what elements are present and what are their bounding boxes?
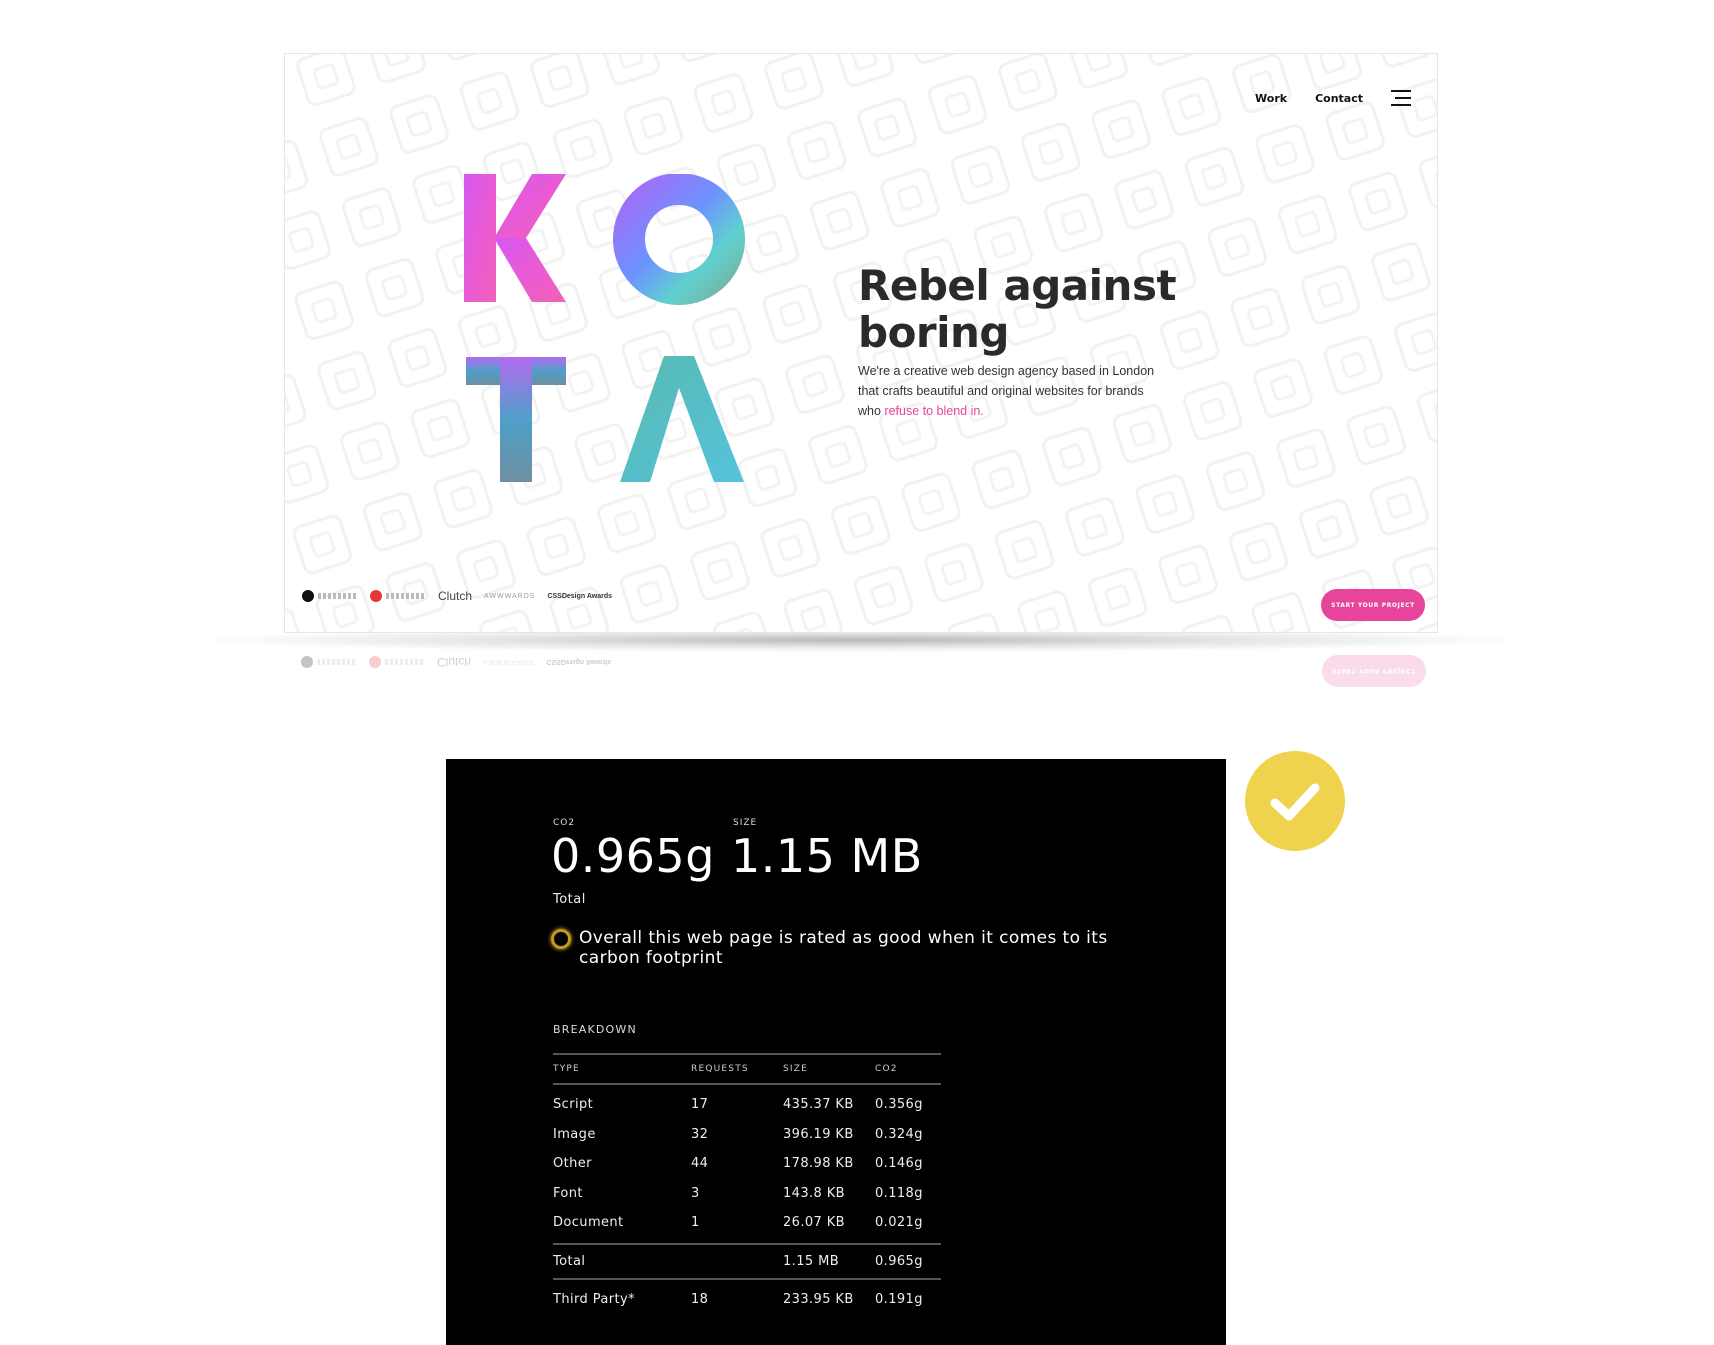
award-the-drum[interactable]	[370, 590, 426, 602]
cell-size: 178.98 KB	[783, 1156, 854, 1172]
table-body: Script 17 435.37 KB 0.356g Image 32 396.…	[553, 1085, 941, 1243]
cell-type: Document	[553, 1215, 624, 1231]
website-preview: Work Contact Rebel against boring We're …	[284, 53, 1438, 633]
awards-strip: Clutch AWWWARDS CSSDesign Awards	[302, 589, 612, 603]
co2-value: 0.965g	[551, 829, 715, 883]
dan-logo-icon	[302, 590, 314, 602]
cell-type: Script	[553, 1097, 594, 1113]
breakdown-table: TYPE REQUESTS SIZE CO2 Script 17 435.37 …	[553, 1053, 941, 1320]
reflection-fade	[284, 640, 1438, 760]
cell-co2: 0.021g	[875, 1215, 923, 1231]
cell-co2: 0.146g	[875, 1156, 923, 1172]
nav-work-link[interactable]: Work	[1255, 92, 1287, 105]
logo-letter-a	[620, 356, 744, 482]
cell-size: 143.8 KB	[783, 1185, 845, 1201]
cell-size: 233.95 KB	[783, 1292, 854, 1307]
cell-type: Image	[553, 1126, 596, 1142]
cell-size: 26.07 KB	[783, 1215, 845, 1231]
kota-logo	[464, 174, 745, 482]
main-nav: Work Contact	[1255, 90, 1411, 106]
award-awwwards[interactable]: AWWWARDS	[484, 593, 535, 600]
total-label: Total	[553, 892, 586, 907]
cell-co2: 0.118g	[875, 1185, 923, 1201]
size-label: SIZE	[733, 818, 758, 828]
cell-co2: 0.324g	[875, 1126, 923, 1142]
table-total-row: Total 1.15 MB 0.965g	[553, 1242, 941, 1280]
size-value: 1.15 MB	[731, 829, 923, 883]
start-project-button[interactable]: START YOUR PROJECT	[1321, 589, 1425, 621]
table-third-party-row: Third Party* 18 233.95 KB 0.191g	[553, 1280, 941, 1320]
awwwards-logo-text: AWWWARDS	[484, 592, 536, 600]
checkmark-glyph-icon	[1270, 783, 1320, 821]
table-row: Other 44 178.98 KB 0.146g	[553, 1149, 941, 1179]
the-drum-logo-icon	[370, 590, 382, 602]
cell-requests: 44	[691, 1156, 709, 1172]
hero-title: Rebel against boring	[858, 261, 1177, 357]
cell-co2: 0.965g	[875, 1253, 923, 1269]
table-row: Document 1 26.07 KB 0.021g	[553, 1208, 941, 1238]
table-row: Script 17 435.37 KB 0.356g	[553, 1090, 941, 1120]
cell-type: Third Party*	[553, 1292, 635, 1307]
co2-label: CO2	[553, 818, 576, 828]
award-digital-agency-network[interactable]	[302, 590, 358, 602]
col-size: SIZE	[783, 1064, 809, 1074]
logo-letter-k	[464, 174, 566, 302]
col-type: TYPE	[553, 1064, 580, 1074]
cell-requests: 32	[691, 1126, 709, 1142]
logo-letter-t	[466, 357, 566, 482]
cell-co2: 0.191g	[875, 1292, 923, 1307]
cell-co2: 0.356g	[875, 1097, 923, 1113]
nav-contact-link[interactable]: Contact	[1315, 92, 1363, 105]
col-co2: CO2	[875, 1064, 898, 1074]
rating-circle-icon	[551, 929, 571, 949]
table-header: TYPE REQUESTS SIZE CO2	[553, 1053, 941, 1085]
cssdesign-logo-text: CSSDesign Awards	[547, 592, 613, 600]
cell-size: 396.19 KB	[783, 1126, 854, 1142]
rating-text: Overall this web page is rated as good w…	[579, 928, 1108, 968]
award-clutch[interactable]: Clutch	[438, 589, 472, 603]
cell-requests: 17	[691, 1097, 709, 1113]
cell-size: 435.37 KB	[783, 1097, 854, 1113]
cell-type: Total	[553, 1253, 586, 1269]
hamburger-menu-icon[interactable]	[1391, 90, 1411, 106]
cell-size: 1.15 MB	[783, 1253, 840, 1269]
logo-letter-o	[613, 174, 745, 305]
award-cssdesign[interactable]: CSSDesign Awards	[547, 593, 612, 600]
cell-requests: 3	[691, 1185, 700, 1201]
cell-type: Font	[553, 1185, 583, 1201]
breakdown-title: BREAKDOWN	[553, 1023, 637, 1036]
cell-requests: 1	[691, 1215, 700, 1231]
cell-type: Other	[553, 1156, 592, 1172]
cell-requests: 18	[691, 1292, 709, 1307]
carbon-results-panel: CO2 0.965g SIZE 1.15 MB Total Overall th…	[446, 759, 1226, 1345]
col-requests: REQUESTS	[691, 1064, 749, 1074]
clutch-logo-text: Clutch	[438, 589, 473, 603]
table-row: Image 32 396.19 KB 0.324g	[553, 1120, 941, 1150]
checkmark-icon	[1245, 751, 1345, 851]
hero-description: We're a creative web design agency based…	[858, 361, 1158, 421]
hero-description-accent-link[interactable]: refuse to blend in.	[884, 404, 983, 418]
table-row: Font 3 143.8 KB 0.118g	[553, 1179, 941, 1209]
rating-summary: Overall this web page is rated as good w…	[551, 928, 1151, 968]
